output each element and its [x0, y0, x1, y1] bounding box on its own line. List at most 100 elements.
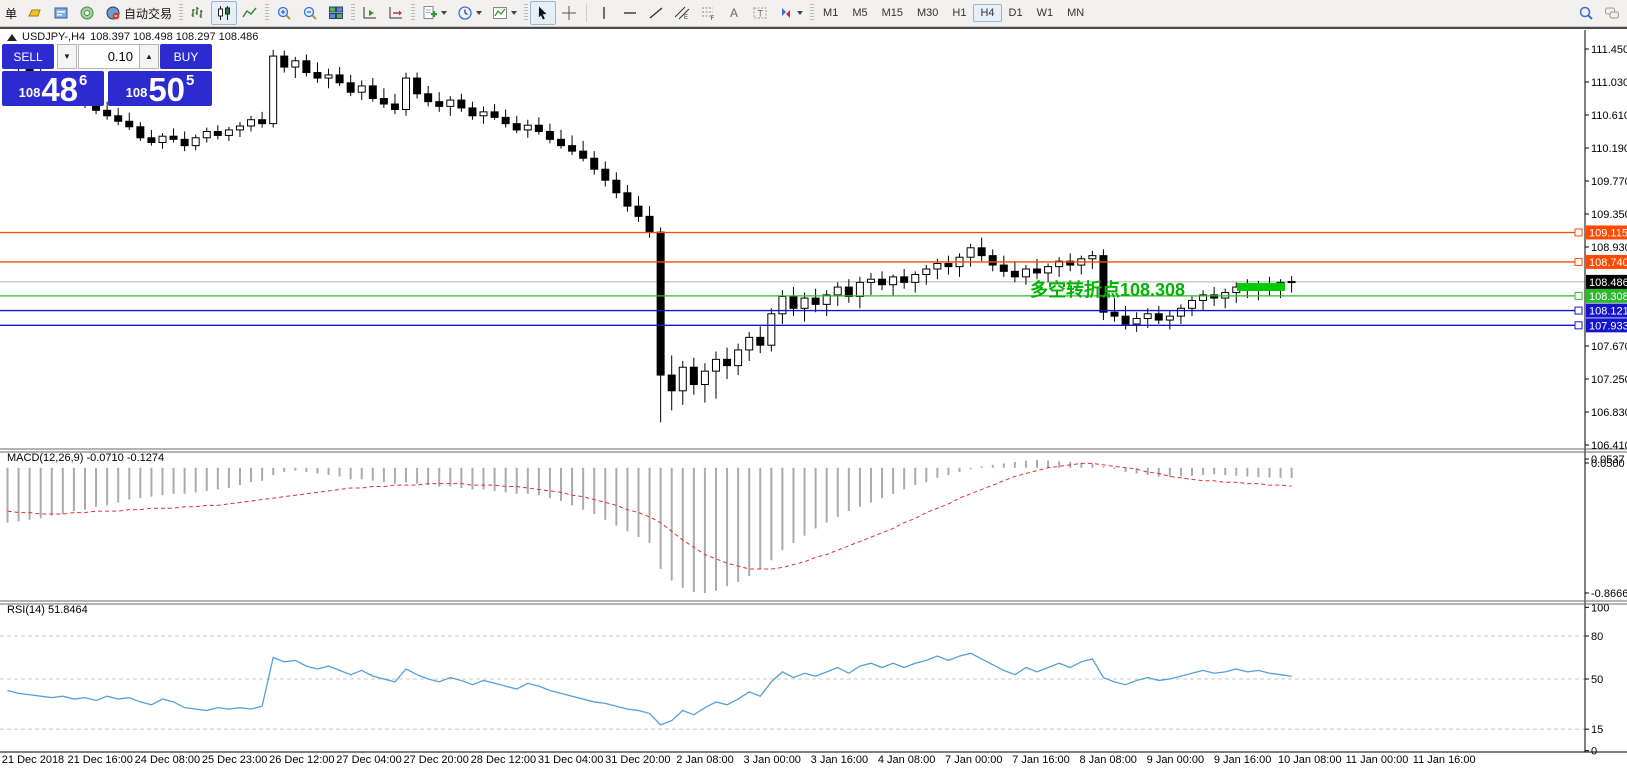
- timeframe-m5[interactable]: M5: [845, 4, 874, 22]
- candle: [137, 127, 144, 138]
- hline-anchor-marker: [1575, 307, 1582, 314]
- crosshair-button[interactable]: [556, 1, 582, 25]
- arrows-icon: [778, 5, 794, 21]
- cursor-button[interactable]: [530, 1, 556, 25]
- auto-trading-button[interactable]: 自动交易: [100, 1, 177, 25]
- new-order-button[interactable]: 单: [0, 1, 22, 25]
- timeframe-m1[interactable]: M1: [816, 4, 845, 22]
- market-watch-button[interactable]: [22, 1, 48, 25]
- candle: [248, 120, 255, 126]
- time-axis-label: 31 Dec 04:00: [538, 754, 603, 766]
- text-icon: A: [726, 5, 742, 21]
- candle: [469, 108, 476, 116]
- timeframe-m15[interactable]: M15: [875, 4, 910, 22]
- fibonacci-tool[interactable]: F: [695, 1, 721, 25]
- candlestick-chart-button[interactable]: [211, 1, 237, 25]
- candle: [712, 359, 719, 371]
- toolbar-grip: [351, 4, 355, 22]
- candle: [801, 298, 808, 308]
- bar-chart-button[interactable]: [185, 1, 211, 25]
- sell-price-button[interactable]: 108 48 6: [2, 71, 104, 106]
- candle: [757, 337, 764, 345]
- timeframe-w1[interactable]: W1: [1030, 4, 1061, 22]
- timeframe-m30[interactable]: M30: [910, 4, 945, 22]
- candle: [314, 73, 321, 79]
- candle: [1034, 269, 1041, 273]
- search-icon: [1578, 5, 1594, 21]
- candle: [1177, 308, 1184, 316]
- equidistant-channel-tool[interactable]: E: [669, 1, 695, 25]
- svg-text:108.486: 108.486: [1589, 277, 1627, 289]
- svg-text:108.930: 108.930: [1591, 242, 1627, 254]
- candle: [867, 279, 874, 282]
- sell-price-pip: 6: [79, 72, 87, 89]
- rsi-label: RSI(14) 51.8464: [7, 604, 88, 616]
- time-axis-label: 10 Jan 08:00: [1278, 754, 1342, 766]
- sounds-button[interactable]: [74, 1, 100, 25]
- bar-chart-icon: [190, 5, 206, 21]
- buy-button[interactable]: BUY: [160, 44, 212, 69]
- candle: [901, 277, 908, 283]
- candle: [170, 136, 177, 139]
- timeframe-h4[interactable]: H4: [973, 4, 1001, 22]
- candle: [569, 146, 576, 152]
- hline-anchor-marker: [1575, 258, 1582, 265]
- volume-increase-button[interactable]: ▲: [139, 44, 159, 69]
- trendline-tool[interactable]: [643, 1, 669, 25]
- candle: [181, 139, 188, 145]
- sell-button[interactable]: SELL: [2, 44, 54, 69]
- collapse-panel-icon[interactable]: [7, 34, 17, 41]
- candle: [890, 277, 897, 285]
- tile-windows-button[interactable]: [323, 1, 349, 25]
- time-axis-label: 21 Dec 2018: [2, 754, 64, 766]
- svg-text:107.670: 107.670: [1591, 341, 1627, 353]
- candle: [580, 151, 587, 158]
- svg-text:109.350: 109.350: [1591, 209, 1627, 221]
- vertical-line-tool[interactable]: [591, 1, 617, 25]
- candle: [347, 83, 354, 92]
- arrows-tool[interactable]: [773, 1, 808, 25]
- sell-price-main: 48: [41, 76, 78, 103]
- volume-decrease-button[interactable]: ▼: [57, 44, 77, 69]
- periods-button[interactable]: [452, 1, 487, 25]
- line-chart-button[interactable]: [237, 1, 263, 25]
- candle: [624, 193, 631, 206]
- candle: [690, 367, 697, 384]
- hline-anchor-marker: [1575, 322, 1582, 329]
- hline-anchor-marker: [1575, 292, 1582, 299]
- search-button[interactable]: [1573, 1, 1599, 25]
- svg-text:106.410: 106.410: [1591, 440, 1627, 452]
- text-label-tool[interactable]: T: [747, 1, 773, 25]
- toolbar-grip: [265, 4, 269, 22]
- chart-shift-button[interactable]: [383, 1, 409, 25]
- timeframe-h1[interactable]: H1: [945, 4, 973, 22]
- candle: [1188, 300, 1195, 308]
- horizontal-lines-layer[interactable]: [0, 229, 1582, 329]
- chart-profiles-button[interactable]: [48, 1, 74, 25]
- time-axis-label: 11 Jan 16:00: [1413, 754, 1476, 766]
- horizontal-line-tool[interactable]: [617, 1, 643, 25]
- auto-scroll-button[interactable]: [357, 1, 383, 25]
- toolbar-grip: [524, 4, 528, 22]
- buy-price-button[interactable]: 108 50 5: [108, 71, 212, 106]
- zoom-out-button[interactable]: [297, 1, 323, 25]
- volume-input[interactable]: [78, 44, 140, 69]
- candle: [768, 314, 775, 345]
- time-axis-label: 7 Jan 00:00: [945, 754, 1003, 766]
- chat-button[interactable]: [1599, 1, 1625, 25]
- text-tool[interactable]: A: [721, 1, 747, 25]
- time-axis-label: 11 Jan 00:00: [1346, 754, 1409, 766]
- zoom-in-button[interactable]: [271, 1, 297, 25]
- sell-price-prefix: 108: [19, 85, 41, 100]
- svg-text:80: 80: [1591, 631, 1603, 643]
- timeframe-d1[interactable]: D1: [1002, 4, 1030, 22]
- indicators-button[interactable]: [417, 1, 452, 25]
- auto-scroll-icon: [362, 5, 378, 21]
- candle: [225, 130, 232, 136]
- axes-layer: 111.450111.030110.610110.190109.770109.3…: [0, 30, 1627, 766]
- svg-text:50: 50: [1591, 674, 1603, 686]
- auto-trading-label: 自动交易: [124, 5, 172, 22]
- templates-button[interactable]: [487, 1, 522, 25]
- time-axis-label: 3 Jan 00:00: [743, 754, 801, 766]
- timeframe-mn[interactable]: MN: [1060, 4, 1091, 22]
